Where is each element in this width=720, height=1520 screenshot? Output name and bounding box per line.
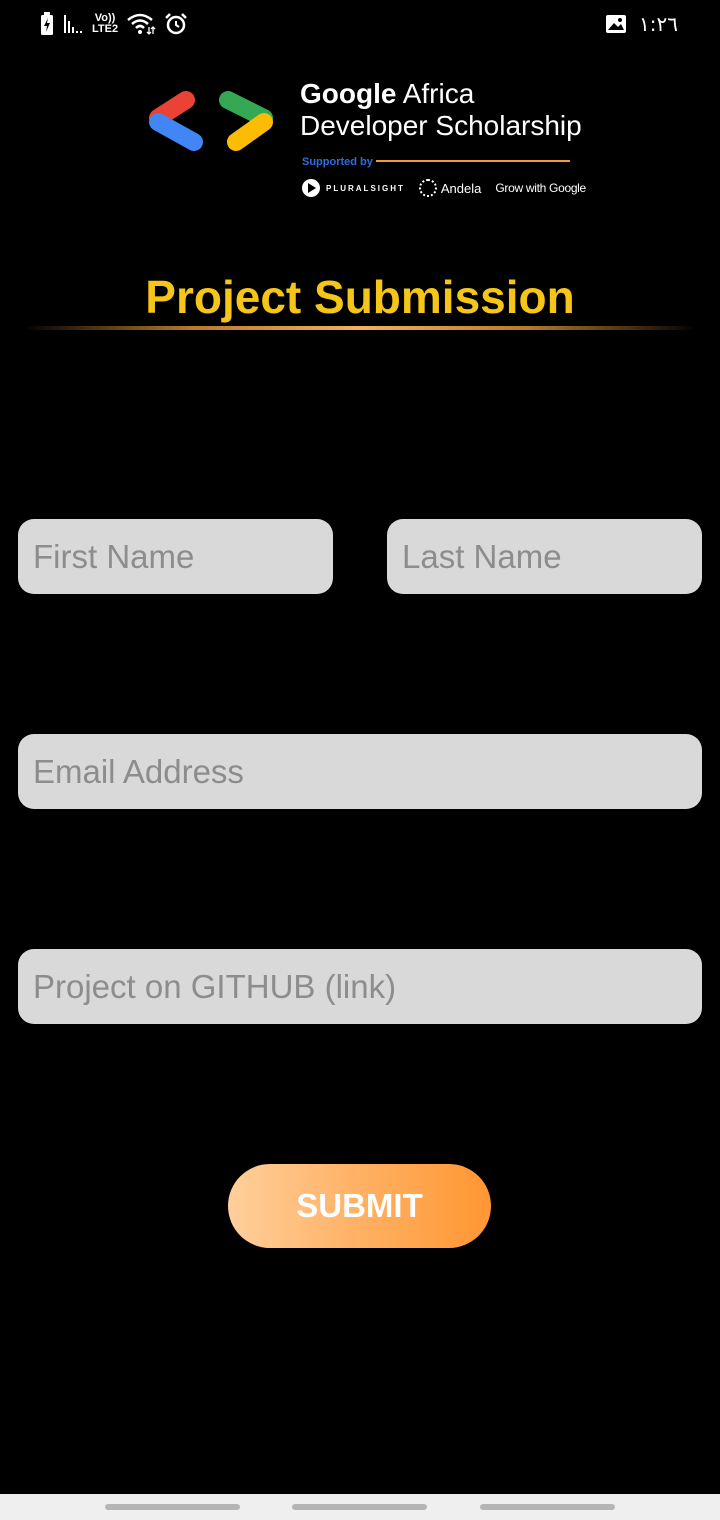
pluralsight-logo: PLURALSIGHT [302, 179, 405, 197]
nav-home-button[interactable] [292, 1504, 427, 1510]
pluralsight-label: PLURALSIGHT [326, 183, 405, 193]
status-right: ١:٢٦ [605, 12, 678, 36]
status-bar: Vo)) LTE2 ١:٢٦ [0, 0, 720, 52]
supported-by-row: Supported by [302, 156, 373, 168]
supported-by-divider [376, 160, 570, 162]
lte-label: LTE2 [92, 23, 119, 35]
google-wordmark: Google [549, 181, 586, 195]
andela-label: Andela [440, 180, 482, 196]
nav-menu-button[interactable] [105, 1504, 240, 1510]
battery-charging-icon [41, 12, 53, 35]
andela-icon [418, 179, 437, 197]
title-underline [22, 326, 698, 330]
status-left-icons: Vo)) LTE2 [40, 12, 188, 36]
submit-button[interactable]: SUBMIT [228, 1164, 491, 1248]
system-navigation-bar [0, 1494, 720, 1520]
wifi-icon [127, 13, 156, 35]
page-title: Project Submission [145, 271, 575, 323]
alarm-icon [165, 13, 187, 35]
grow-with-label: Grow with [495, 181, 547, 195]
andela-logo: Andela [405, 179, 481, 197]
brand-title: Google Africa [300, 78, 572, 110]
email-address-input[interactable] [18, 734, 702, 809]
nav-back-button[interactable] [480, 1504, 615, 1510]
first-name-input[interactable] [18, 519, 333, 594]
last-name-input[interactable] [387, 519, 702, 594]
sponsor-logos: PLURALSIGHT Andela Grow with Google [302, 179, 586, 197]
image-icon [606, 15, 627, 33]
supported-by-label: Supported by [302, 156, 373, 168]
google-developers-logo [149, 91, 273, 151]
signal-icon [64, 15, 82, 33]
brand-google: Google [300, 78, 397, 109]
scholarship-brand: Google Africa Developer Scholarship [300, 78, 582, 142]
brand-africa: Africa [402, 78, 475, 109]
status-time: ١:٢٦ [639, 12, 678, 36]
grow-with-google-logo: Grow with Google [481, 181, 586, 195]
network-type-label: Vo)) LTE2 [92, 13, 118, 35]
brand-subtitle: Developer Scholarship [300, 110, 582, 141]
pluralsight-icon [302, 179, 320, 197]
github-link-input[interactable] [18, 949, 702, 1024]
